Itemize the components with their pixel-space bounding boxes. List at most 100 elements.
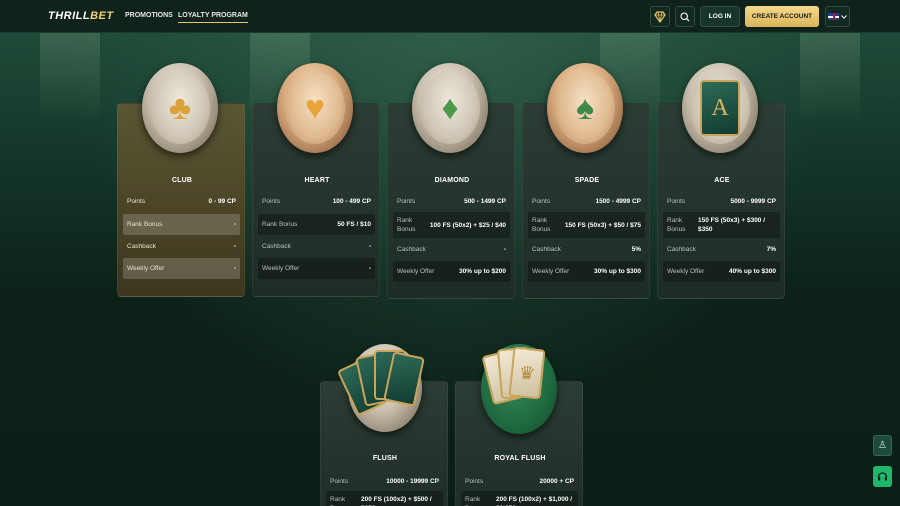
tier-points-row: Points 20000 + CP xyxy=(461,473,578,489)
heart-icon: ♥ xyxy=(285,72,345,144)
heart-medal: ♥ xyxy=(277,63,353,153)
ace-medal: A xyxy=(682,63,758,153)
spade-medal: ♠ xyxy=(547,63,623,153)
tier-points-row: Points 10000 - 19999 CP xyxy=(326,473,443,489)
background-pillar xyxy=(800,33,860,123)
row-value: - xyxy=(368,242,371,250)
diamond-medal: ♦ xyxy=(412,63,488,153)
headset-icon xyxy=(877,472,888,481)
row-label: Cashback xyxy=(397,245,426,253)
tier-points-row: Points 1500 - 4999 CP xyxy=(528,193,645,209)
row-value: 20000 + CP xyxy=(539,477,574,485)
search-button[interactable] xyxy=(675,6,695,27)
row-label: Points xyxy=(330,477,349,485)
uk-flag-icon xyxy=(828,13,839,20)
row-label: Weekly Offer xyxy=(667,268,705,275)
row-value: - xyxy=(233,265,236,272)
row-value: 200 FS (100x2) + $500 / $650 xyxy=(361,496,432,506)
tier-cashback-row: Cashback - xyxy=(123,237,240,255)
row-label: RankBonus xyxy=(465,495,483,506)
tier-rank-bonus-row: Rank Bonus 150 FS (50x3) + $50 / $75 xyxy=(528,212,645,238)
crown-icon: ♛ xyxy=(508,346,546,400)
row-value: 30% up to $200 xyxy=(459,268,506,275)
flush-cards-art xyxy=(336,342,428,434)
tier-rank-bonus-row: RankBonus 200 FS (100x2) + $500 / $650 xyxy=(326,491,443,506)
club-medal: ♣ xyxy=(142,63,218,153)
rank-word: Rank xyxy=(330,496,346,503)
tier-title: ROYAL FLUSH xyxy=(494,455,546,462)
row-value: 150 FS (50x3) + $50 / $75 xyxy=(564,221,641,229)
row-label: Cashback xyxy=(127,242,156,250)
search-icon xyxy=(680,11,690,21)
tier-title: DIAMOND xyxy=(434,177,470,184)
tier-cashback-row: Cashback - xyxy=(258,237,375,255)
logo-text-a: THRILL xyxy=(48,10,91,22)
royal-flush-cards-art: ♛ xyxy=(473,340,563,434)
chess-pawn-button[interactable]: ♙ xyxy=(873,435,892,456)
ace-card-art: A xyxy=(690,72,750,144)
tier-weekly-offer-row: Weekly Offer - xyxy=(123,258,240,279)
chevron-down-icon xyxy=(841,14,847,19)
club-icon: ♣ xyxy=(150,72,210,144)
row-label: RankBonus xyxy=(330,495,348,506)
pawn-icon: ♙ xyxy=(878,440,887,451)
row-label: Weekly Offer xyxy=(532,268,570,275)
tier-cashback-row: Cashback 7% xyxy=(663,241,780,257)
row-label: Points xyxy=(465,477,484,485)
vip-badge-button[interactable] xyxy=(650,6,670,27)
support-chat-button[interactable] xyxy=(873,466,892,487)
row-label: Rank Bonus xyxy=(532,216,550,234)
row-value: 7% xyxy=(766,245,776,253)
nav-loyalty-program[interactable]: LOYALTY PROGRAM xyxy=(178,12,248,23)
row-label: Cashback xyxy=(667,245,696,253)
language-selector[interactable] xyxy=(825,6,850,27)
row-value: 150 FS (50x3) + $300 / $350 xyxy=(698,217,766,233)
tier-title: CLUB xyxy=(171,177,193,184)
ace-letter-icon: A xyxy=(700,80,740,136)
row-label: Rank Bonus xyxy=(667,216,685,234)
bonus-word: Bonus xyxy=(667,226,686,233)
tier-points-row: Points 500 - 1499 CP xyxy=(393,193,510,209)
row-value: - xyxy=(503,245,506,253)
row-value: 1500 - 4999 CP xyxy=(595,197,641,205)
row-label: RankBonus xyxy=(397,216,415,234)
row-label: Rank Bonus xyxy=(262,221,298,228)
rank-word: Rank xyxy=(532,217,548,224)
row-label: Weekly Offer xyxy=(397,268,435,275)
row-value: 50 FS / $10 xyxy=(337,221,371,228)
tier-points-row: Points 100 - 499 CP xyxy=(258,193,375,209)
tier-title: HEART xyxy=(304,177,330,184)
row-label: Cashback xyxy=(532,245,561,253)
nav-promotions[interactable]: PROMOTIONS xyxy=(125,12,173,19)
tier-weekly-offer-row: Weekly Offer - xyxy=(258,258,375,279)
tier-rank-bonus-row: RankBonus 200 FS (100x2) + $1,000 / $1,25… xyxy=(461,491,578,506)
tier-rank-bonus-row: Rank Bonus 100 FS (50x2) + $25 / $40 xyxy=(393,212,510,238)
row-value: 5000 - 9999 CP xyxy=(730,197,776,205)
row-value: 500 - 1499 CP xyxy=(464,197,506,205)
row-label: Weekly Offer xyxy=(262,265,300,272)
diamond-icon: ♦ xyxy=(420,72,480,144)
create-account-button[interactable]: CREATE ACCOUNT xyxy=(745,6,819,27)
row-label: Points xyxy=(262,197,281,205)
tier-cashback-row: Cashback 5% xyxy=(528,241,645,257)
row-label: Points xyxy=(532,197,551,205)
login-button[interactable]: LOG IN xyxy=(700,6,740,27)
tier-weekly-offer-row: Weekly Offer 30% up to $200 xyxy=(393,261,510,282)
bonus-word: Bonus xyxy=(397,226,416,233)
row-label: Points xyxy=(397,197,416,205)
row-value: - xyxy=(233,242,236,250)
tier-weekly-offer-row: Weekly Offer 30% up to $300 xyxy=(528,261,645,282)
row-value: - xyxy=(368,265,371,272)
row-value: 40% up to $300 xyxy=(729,268,776,275)
row-label: Weekly Offer xyxy=(127,265,165,272)
row-value: 5% xyxy=(631,245,641,253)
row-label: Rank Bonus xyxy=(127,221,163,228)
tier-rank-bonus-row: Rank Bonus 50 FS / $10 xyxy=(258,214,375,235)
rank-word: Rank xyxy=(667,217,683,224)
row-value: 100 FS (50x2) + $25 / $40 xyxy=(429,221,506,229)
thrillbet-logo[interactable]: THRILLBET xyxy=(48,10,114,22)
tier-points-row: Points 0 - 99 CP xyxy=(123,193,240,209)
top-header: THRILLBET PROMOTIONS LOYALTY PROGRAM LOG… xyxy=(0,0,900,33)
bonus-word: Bonus xyxy=(532,226,551,233)
tier-title: SPADE xyxy=(574,177,600,184)
